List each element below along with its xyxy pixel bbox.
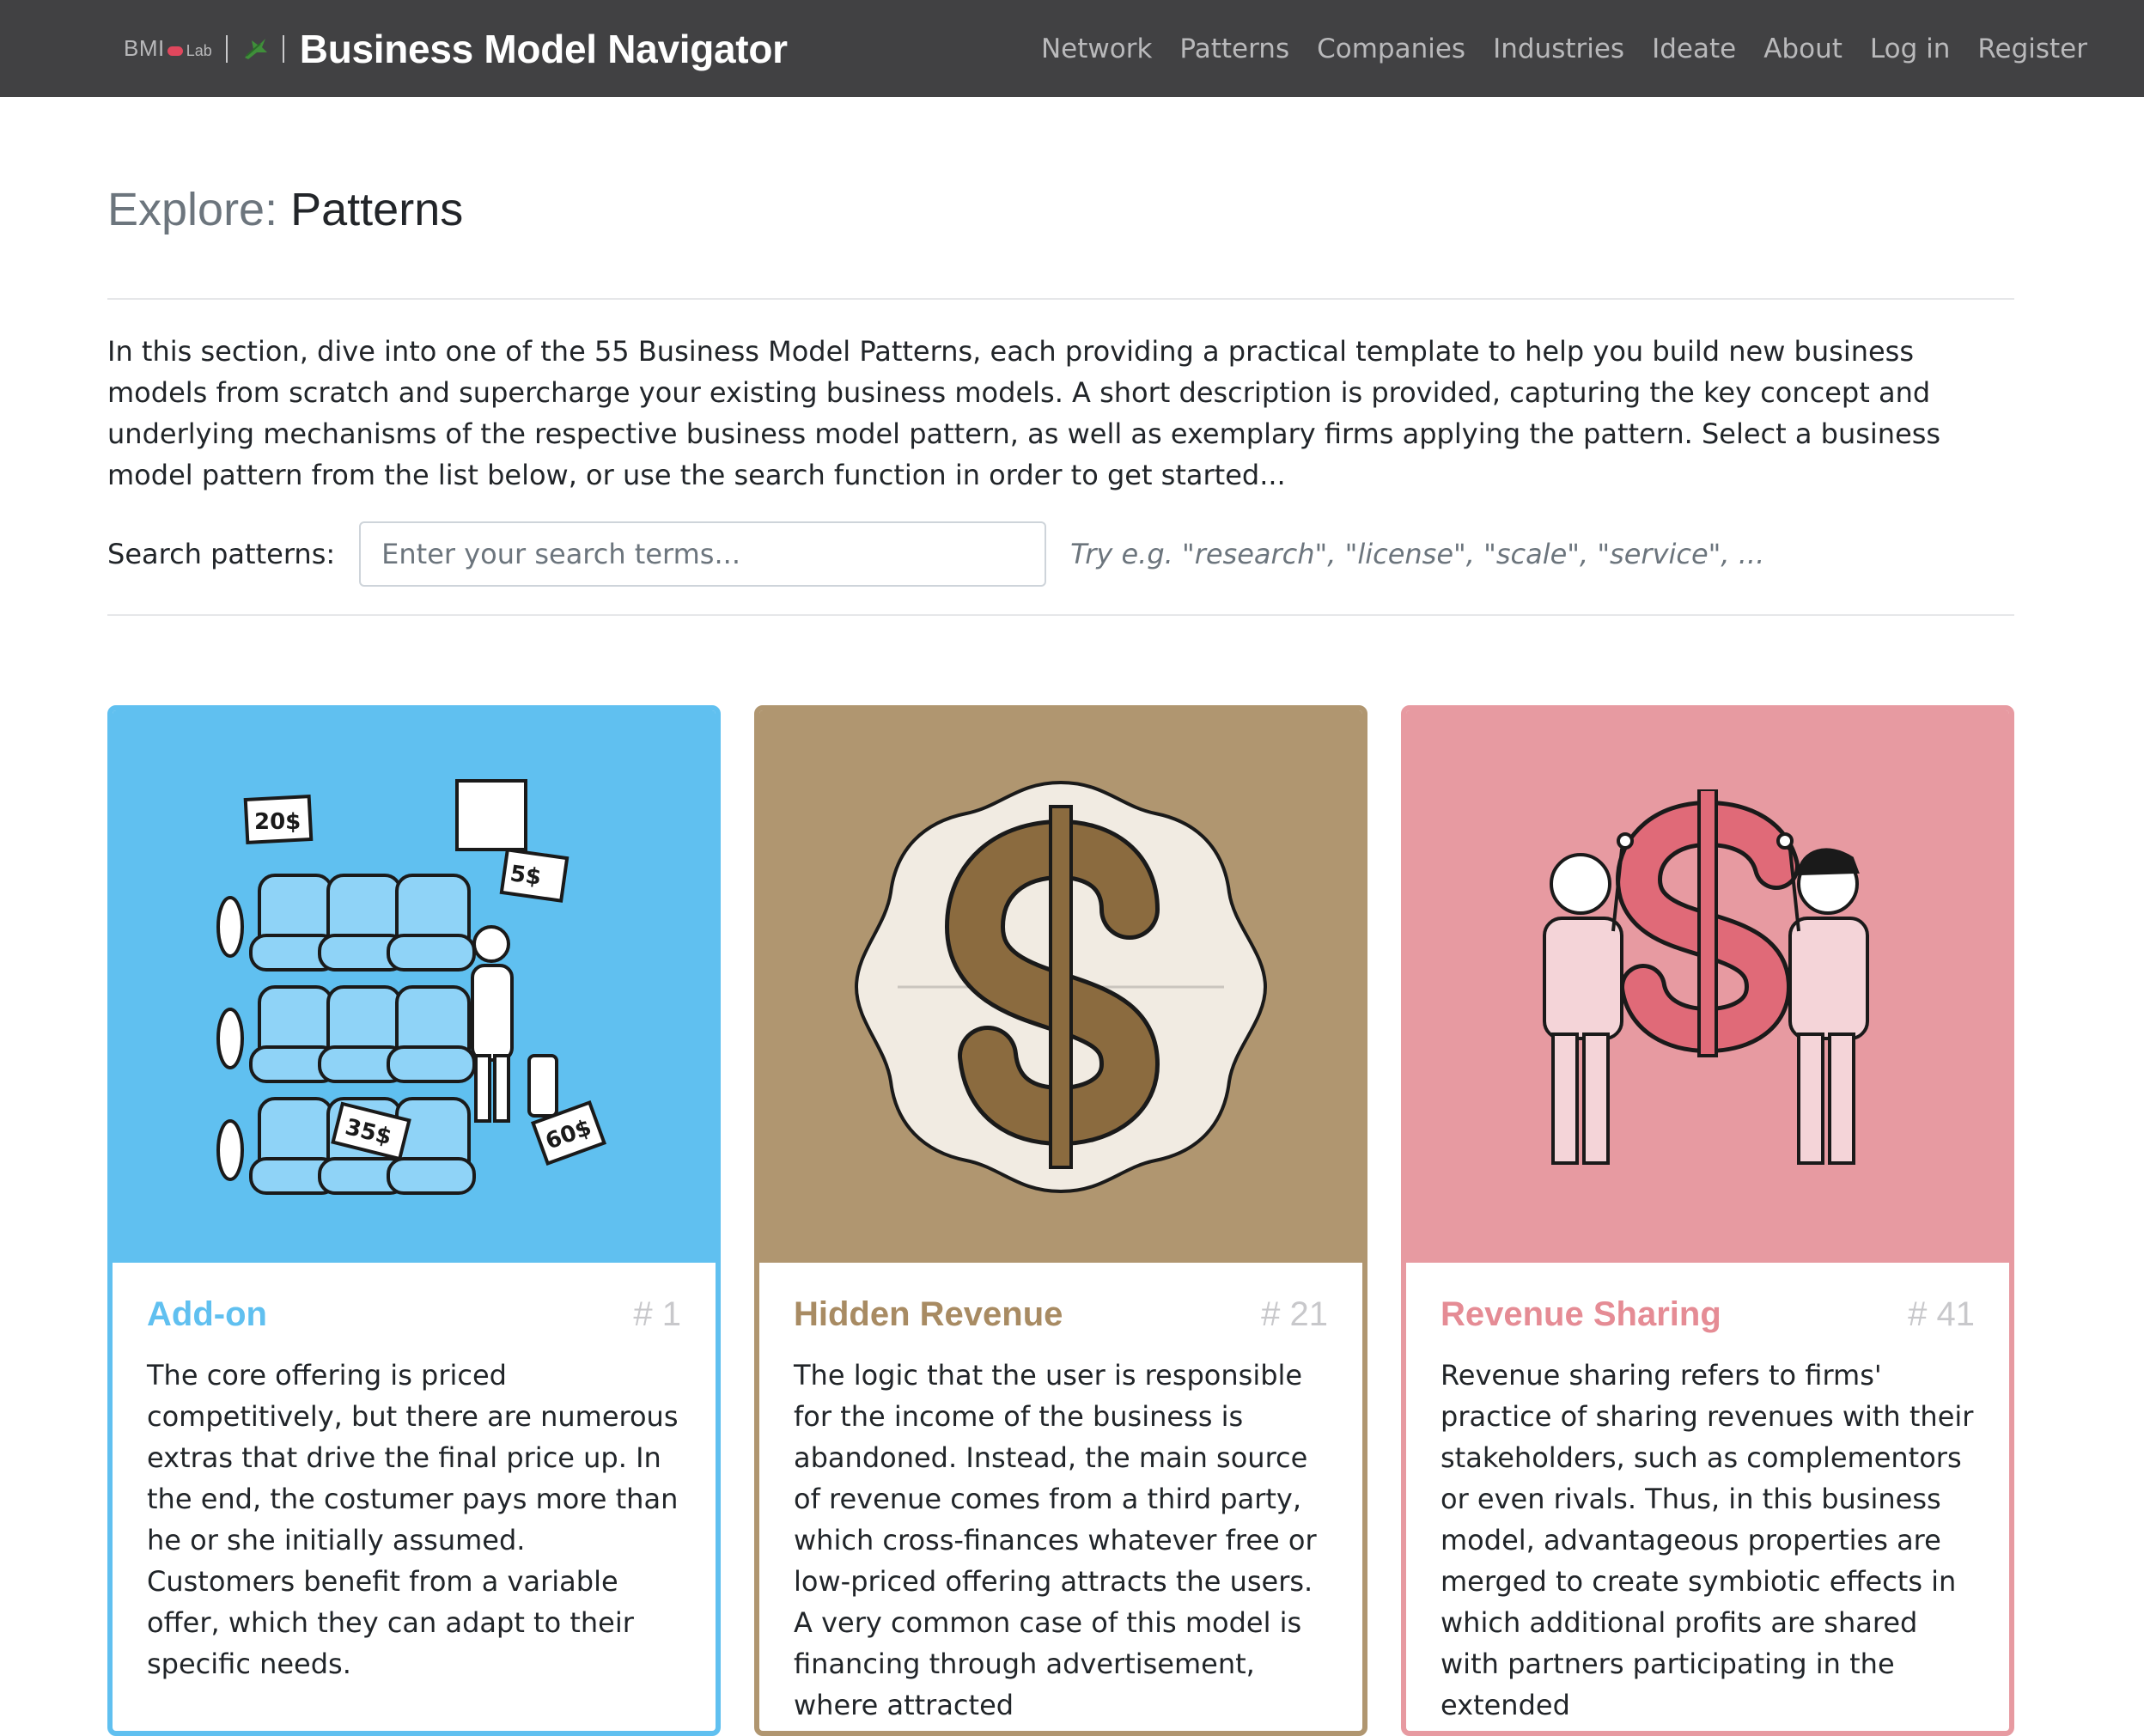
card-description: The logic that the user is responsible f… (794, 1359, 1317, 1721)
pattern-card-revenue-sharing[interactable]: Revenue Sharing # 41 Revenue sharing ref… (1401, 705, 2014, 1736)
brand-title[interactable]: Business Model Navigator (300, 26, 788, 72)
logo-dot (167, 46, 183, 56)
card-header: Revenue Sharing # 41 (1440, 1295, 1975, 1334)
card-body: Add-on # 1 The core offering is priced c… (113, 1263, 716, 1684)
card-illustration (1406, 710, 2009, 1263)
nav-link-ideate[interactable]: Ideate (1652, 34, 1736, 64)
leaf-logo-icon (244, 38, 267, 59)
page-title-main: Patterns (290, 184, 464, 235)
card-description: Revenue sharing refers to firms' practic… (1440, 1359, 1974, 1721)
top-navbar: BMI Lab Business Model Navigator Network … (0, 0, 2144, 97)
card-number: # 41 (1908, 1295, 1975, 1333)
pattern-card-add-on[interactable]: 20$ 5$ 35$ 60$ Add-on # 1 The core offer… (107, 705, 721, 1736)
price-tag-text: 5$ (509, 861, 543, 891)
card-header: Hidden Revenue # 21 (794, 1295, 1328, 1334)
card-title[interactable]: Add-on (147, 1295, 267, 1334)
dollar-badge-icon (854, 780, 1268, 1193)
nav-link-login[interactable]: Log in (1870, 34, 1950, 64)
card-number: # 1 (633, 1295, 681, 1333)
divider (225, 34, 228, 63)
two-people-dollar-icon (1543, 789, 1869, 1165)
main-content: Explore: Patterns In this section, dive … (107, 97, 2014, 1736)
card-title[interactable]: Revenue Sharing (1440, 1295, 1721, 1334)
card-illustration (759, 710, 1362, 1263)
brand[interactable]: BMI Lab Business Model Navigator (124, 0, 788, 97)
nav-link-companies[interactable]: Companies (1317, 34, 1465, 64)
pattern-card-hidden-revenue[interactable]: Hidden Revenue # 21 The logic that the u… (754, 705, 1367, 1736)
nav-link-about[interactable]: About (1763, 34, 1842, 64)
card-number: # 21 (1261, 1295, 1328, 1333)
search-label: Search patterns: (107, 538, 336, 570)
bmi-lab-logo[interactable]: BMI Lab (124, 35, 212, 62)
card-header: Add-on # 1 (147, 1295, 681, 1334)
seats-price-tags-icon: 20$ 5$ 35$ 60$ (216, 778, 607, 1195)
page-title: Explore: Patterns (107, 97, 2014, 298)
nav-links: Network Patterns Companies Industries Id… (1027, 0, 2101, 97)
search-hint: Try e.g. "research", "license", "scale",… (1070, 538, 1765, 570)
logo-suffix: Lab (186, 42, 212, 59)
nav-link-patterns[interactable]: Patterns (1179, 34, 1289, 64)
card-body: Revenue Sharing # 41 Revenue sharing ref… (1406, 1263, 2009, 1726)
title-divider (107, 298, 2014, 300)
search-input[interactable] (359, 521, 1047, 587)
nav-link-industries[interactable]: Industries (1493, 34, 1624, 64)
card-illustration: 20$ 5$ 35$ 60$ (113, 710, 716, 1263)
card-title[interactable]: Hidden Revenue (794, 1295, 1063, 1334)
nav-link-register[interactable]: Register (1977, 34, 2087, 64)
price-tag-text: 20$ (254, 809, 301, 835)
page-title-prefix: Explore: (107, 184, 278, 235)
search-row: Search patterns: Try e.g. "research", "l… (107, 521, 2014, 587)
card-description: The core offering is priced competitivel… (147, 1359, 679, 1680)
divider (282, 34, 284, 63)
search-divider (107, 614, 2014, 616)
pattern-cards: 20$ 5$ 35$ 60$ Add-on # 1 The core offer… (107, 705, 2014, 1736)
intro-text: In this section, dive into one of the 55… (107, 335, 1941, 491)
logo-text: BMI (124, 35, 165, 61)
nav-link-network[interactable]: Network (1041, 34, 1152, 64)
card-body: Hidden Revenue # 21 The logic that the u… (759, 1263, 1362, 1726)
